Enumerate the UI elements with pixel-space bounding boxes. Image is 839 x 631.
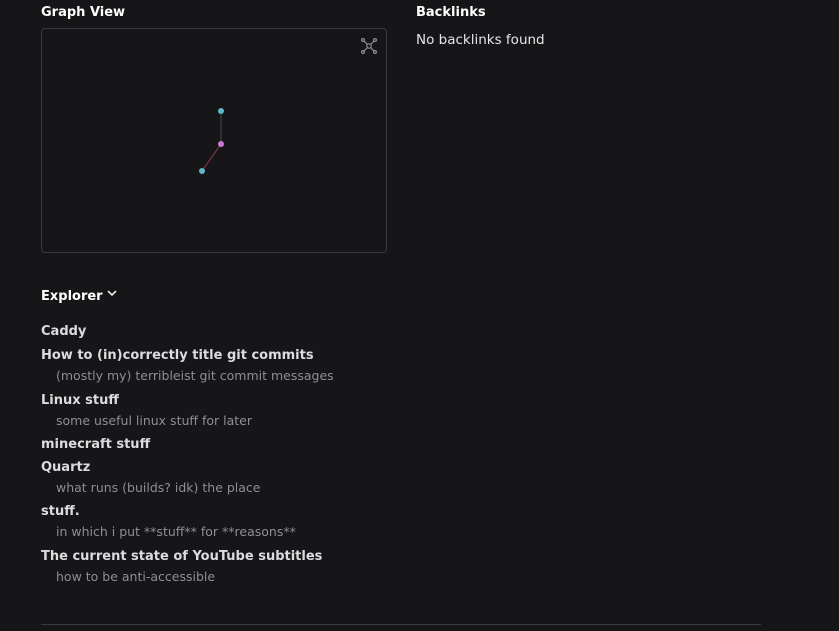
explorer-item-title[interactable]: Caddy bbox=[41, 324, 86, 339]
explorer-item[interactable]: minecraft stuff bbox=[41, 437, 150, 452]
graph-svg[interactable] bbox=[42, 29, 386, 252]
backlinks-title: Backlinks bbox=[416, 5, 486, 20]
explorer-item-title[interactable]: minecraft stuff bbox=[41, 437, 150, 452]
explorer-item[interactable]: Quartz what runs (builds? idk) the place bbox=[41, 460, 261, 495]
explorer-item-description: how to be anti-accessible bbox=[56, 569, 216, 584]
explorer-item[interactable]: Caddy bbox=[41, 324, 86, 339]
graph-node-current[interactable] bbox=[218, 141, 224, 147]
chevron-down-icon bbox=[107, 290, 117, 297]
graph-edge bbox=[201, 143, 222, 172]
page: Graph View Backlinks No backlinks found … bbox=[0, 0, 839, 631]
backlinks-empty-message: No backlinks found bbox=[416, 32, 545, 48]
explorer-toggle[interactable]: Explorer bbox=[41, 287, 161, 303]
graph-node[interactable] bbox=[199, 168, 205, 174]
graph-network-icon[interactable] bbox=[360, 37, 378, 55]
explorer-title: Explorer bbox=[41, 289, 103, 303]
explorer-item-description: what runs (builds? idk) the place bbox=[56, 480, 261, 495]
explorer-item-description: some useful linux stuff for later bbox=[56, 413, 253, 428]
explorer-item-title[interactable]: How to (in)correctly title git commits bbox=[41, 348, 334, 363]
explorer-item[interactable]: Linux stuff some useful linux stuff for … bbox=[41, 393, 252, 428]
explorer-item-description: in which i put **stuff** for **reasons** bbox=[56, 524, 296, 539]
divider bbox=[41, 624, 761, 625]
explorer-item-title[interactable]: Linux stuff bbox=[41, 393, 252, 408]
explorer-item-title[interactable]: Quartz bbox=[41, 460, 261, 475]
explorer-item-description: (mostly my) terribleist git commit messa… bbox=[56, 368, 334, 383]
explorer-item[interactable]: stuff. in which i put **stuff** for **re… bbox=[41, 504, 296, 539]
graph-node[interactable] bbox=[218, 108, 224, 114]
explorer-item[interactable]: How to (in)correctly title git commits (… bbox=[41, 348, 334, 383]
explorer-item-title[interactable]: The current state of YouTube subtitles bbox=[41, 549, 322, 564]
explorer-item[interactable]: The current state of YouTube subtitles h… bbox=[41, 549, 322, 584]
explorer-item-title[interactable]: stuff. bbox=[41, 504, 296, 519]
graph-view-canvas[interactable] bbox=[41, 28, 387, 253]
graph-view-title: Graph View bbox=[41, 5, 126, 20]
